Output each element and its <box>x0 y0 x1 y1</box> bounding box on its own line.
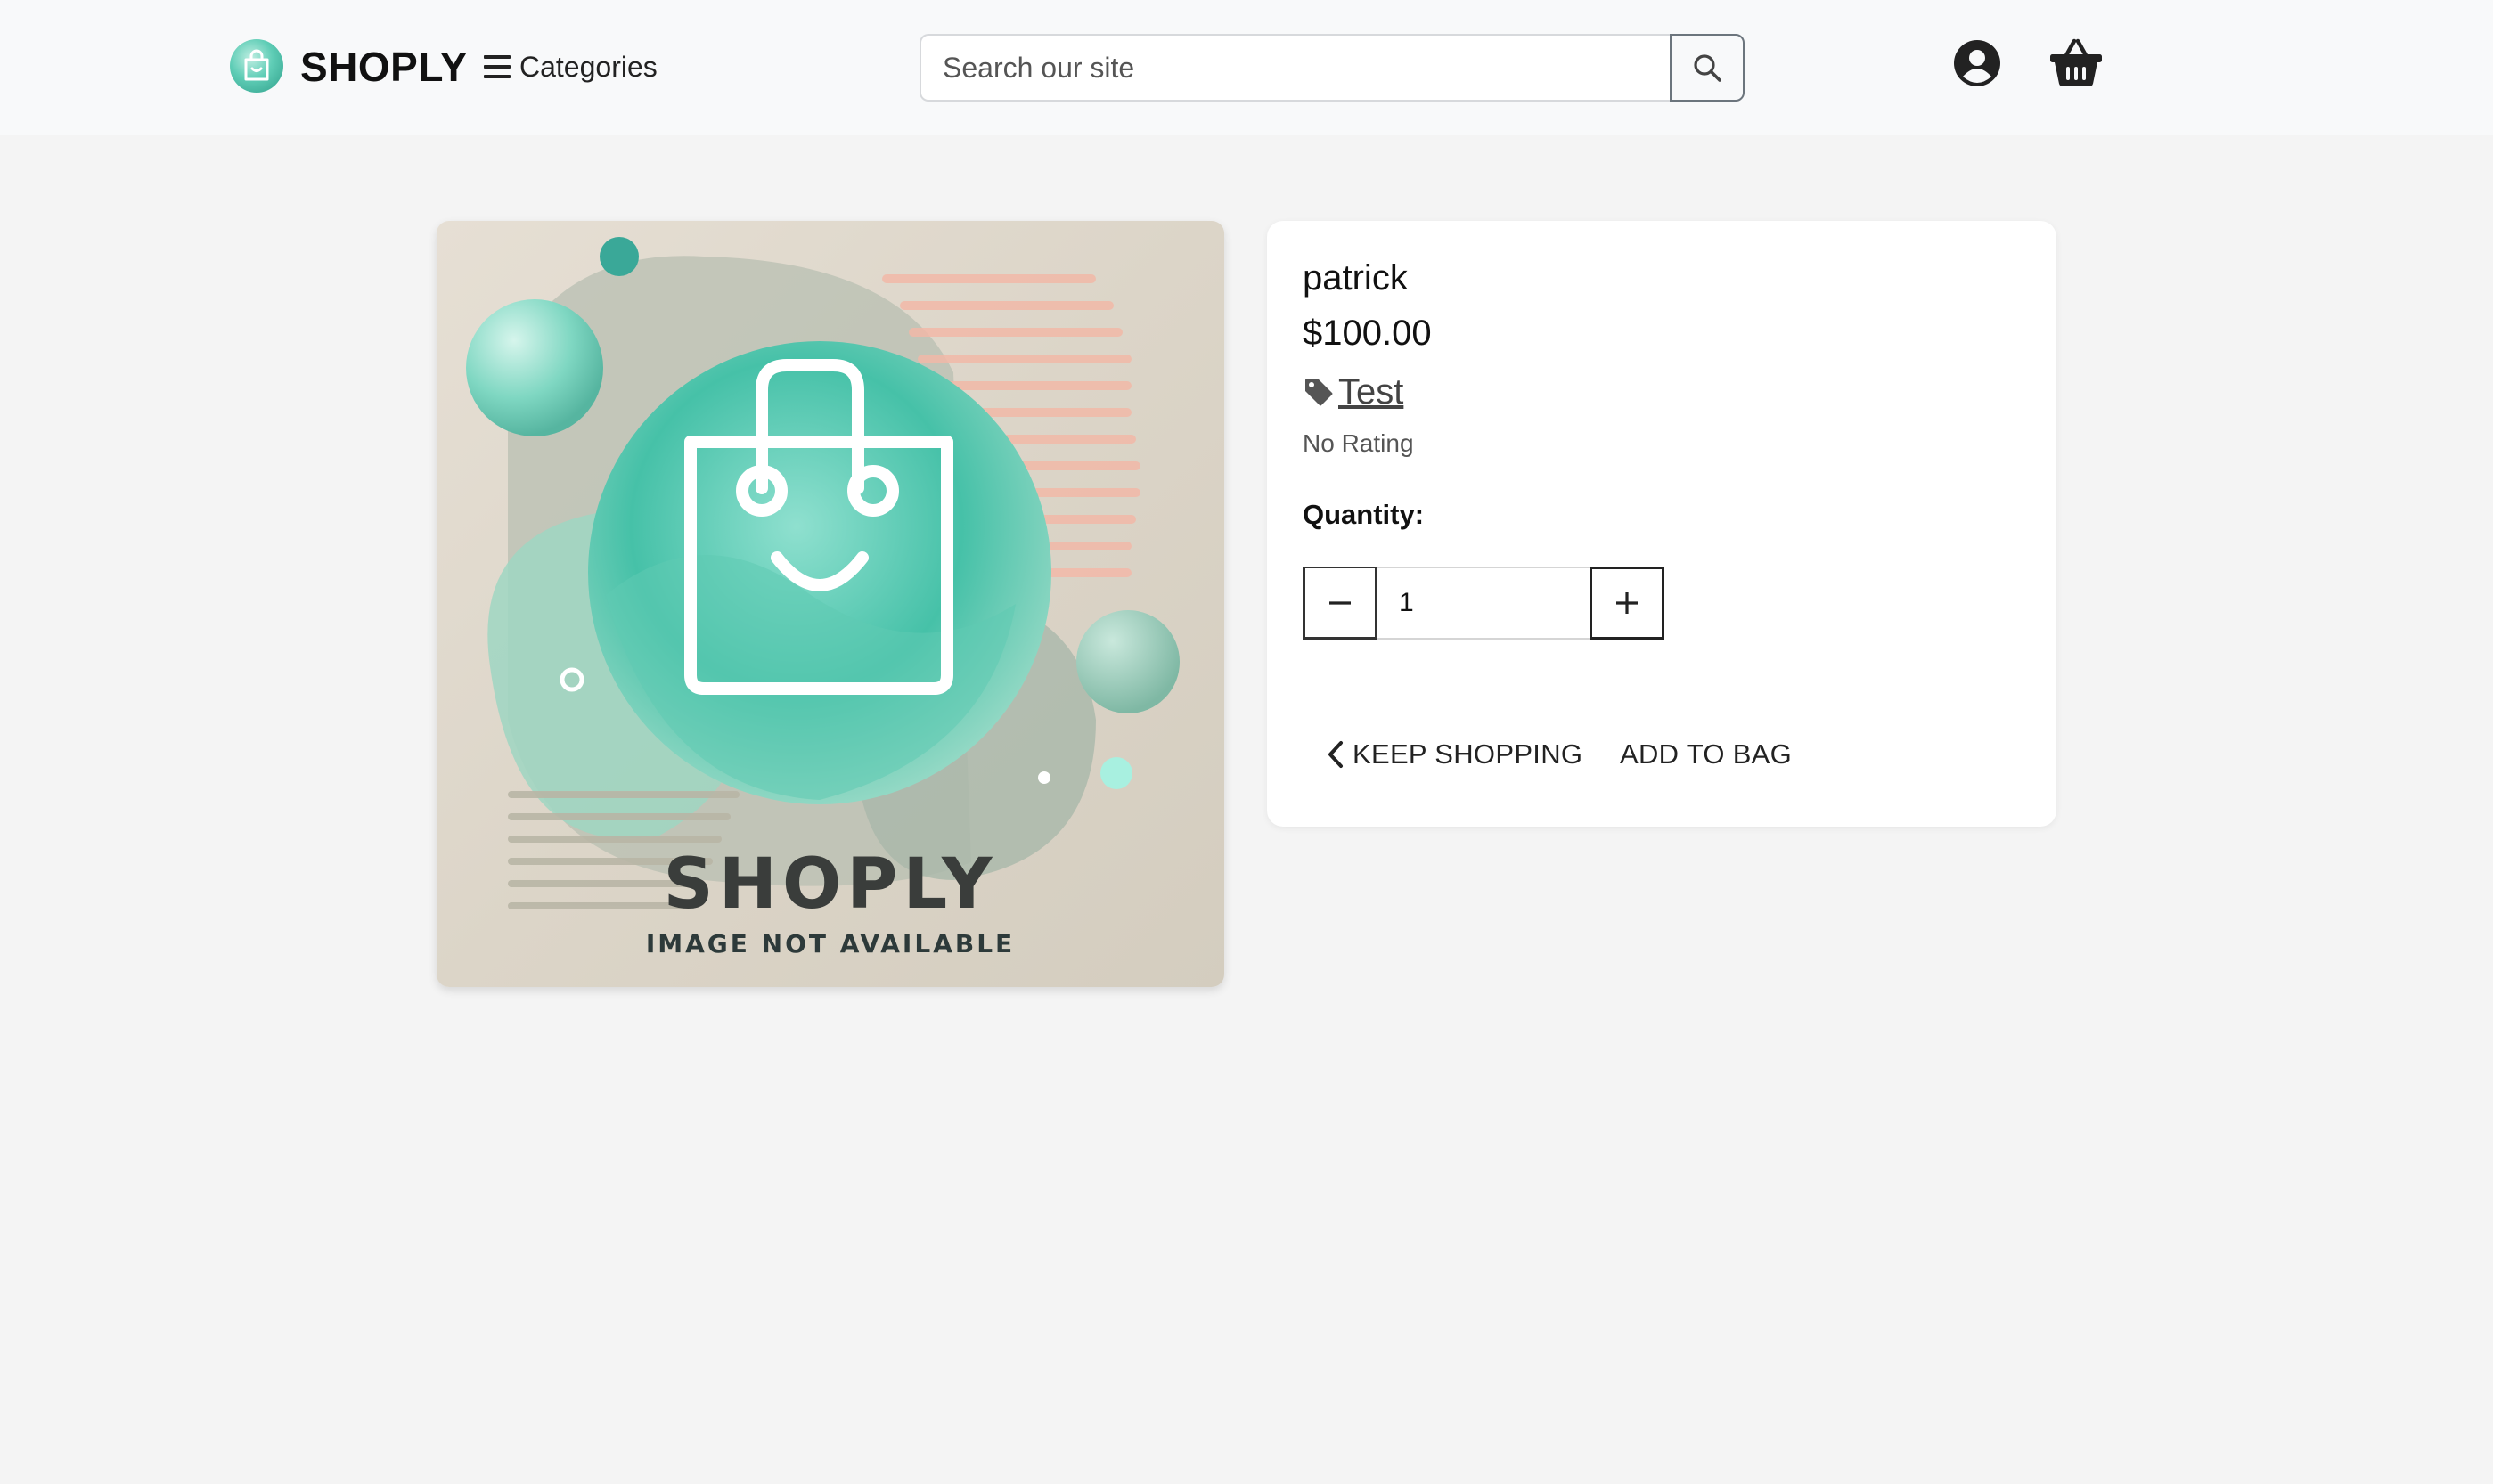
chevron-left-icon <box>1328 741 1343 768</box>
keep-shopping-label: KEEP SHOPPING <box>1353 738 1583 770</box>
categories-menu-button[interactable]: Categories <box>484 46 658 87</box>
hamburger-icon <box>484 55 511 78</box>
search-icon <box>1694 54 1721 82</box>
minus-icon <box>1329 600 1351 605</box>
quantity-decrease-button[interactable] <box>1303 567 1377 640</box>
product-price: $100.00 <box>1303 314 1432 353</box>
image-brand-text: SHOPLY <box>663 844 998 925</box>
add-to-bag-button[interactable]: ADD TO BAG <box>1620 732 1792 777</box>
brand-name[interactable]: SHOPLY <box>300 39 468 94</box>
basket-icon[interactable] <box>2049 37 2103 87</box>
search-button[interactable] <box>1670 34 1745 102</box>
search-input[interactable] <box>920 34 1670 102</box>
keep-shopping-button[interactable]: KEEP SHOPPING <box>1326 732 1582 777</box>
product-info-card: patrick $100.00 Test No Rating Quantity:… <box>1267 221 2056 827</box>
product-image-placeholder: SHOPLY IMAGE NOT AVAILABLE <box>437 221 1224 987</box>
product-tag-link[interactable]: Test <box>1303 372 1403 412</box>
user-circle-icon[interactable] <box>1953 39 2001 87</box>
product-name: patrick <box>1303 258 1408 298</box>
shopping-bag-smile-icon[interactable] <box>230 39 283 93</box>
product-rating: No Rating <box>1303 429 1414 457</box>
quantity-input[interactable] <box>1377 567 1590 640</box>
quantity-stepper <box>1303 567 1664 640</box>
tag-label: Test <box>1338 372 1404 412</box>
image-caption: IMAGE NOT AVAILABLE <box>645 929 1016 958</box>
quantity-label: Quantity: <box>1303 499 1425 530</box>
categories-label: Categories <box>519 50 658 83</box>
search-bar <box>920 34 1745 102</box>
site-header: SHOPLY Categories <box>0 0 2493 135</box>
quantity-increase-button[interactable] <box>1590 567 1664 640</box>
tag-icon <box>1305 378 1333 405</box>
plus-icon <box>1616 592 1638 614</box>
